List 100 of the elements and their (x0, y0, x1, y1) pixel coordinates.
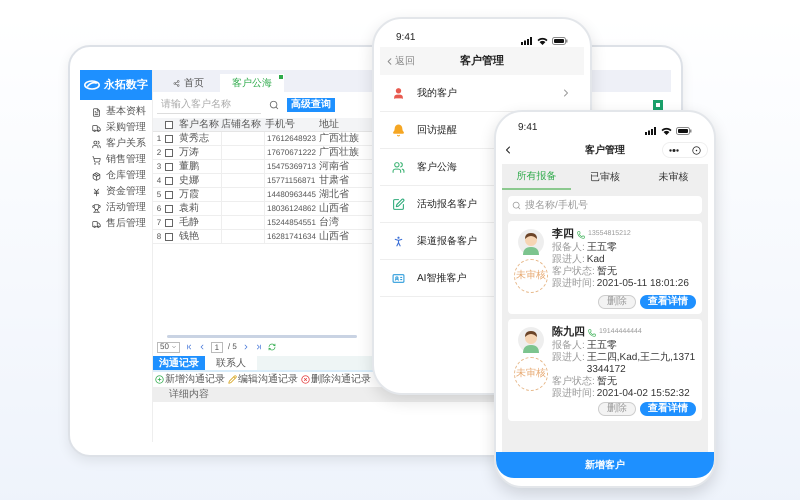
person-icon (392, 86, 405, 100)
battery-icon (676, 127, 692, 135)
checkbox[interactable] (165, 148, 173, 156)
row-number: 1 (156, 132, 162, 144)
target-icon (692, 146, 701, 154)
tab[interactable]: 未审核 (639, 164, 708, 190)
row-number: 6 (156, 202, 162, 214)
users-icon (92, 140, 101, 148)
toolbar-icon[interactable] (653, 100, 663, 110)
table-cell-text: 湖北省 (319, 188, 350, 202)
search-icon[interactable] (269, 100, 279, 110)
row-number: 4 (156, 174, 162, 186)
menu-item[interactable]: 回访提醒 (417, 122, 457, 138)
plus-icon (155, 375, 164, 384)
menu-item[interactable]: 渠道报备客户 (417, 234, 477, 248)
page-field[interactable]: 1 (210, 342, 223, 352)
page-total: / 5 (228, 341, 237, 353)
table-cell-text: 17612648923 (266, 132, 317, 144)
action-button[interactable]: 新增沟通记录 (155, 374, 225, 386)
menu-item[interactable]: 我的客户 (417, 86, 457, 100)
action-button[interactable]: 编辑沟通记录 (228, 374, 298, 386)
page-size-select[interactable]: 50 (157, 342, 180, 352)
cart-icon (92, 156, 101, 164)
column-header: 店铺名称 (221, 118, 262, 132)
detail-label: 跟进人: (552, 254, 585, 266)
trophy-icon (92, 204, 101, 212)
table-cell-text: 15475369713 (266, 160, 317, 172)
screen-title: 客户管理 (585, 143, 625, 158)
sidebar-item[interactable]: 活动管理 (80, 200, 152, 216)
edit-icon (392, 198, 405, 210)
table-cell-text: 山西省 (319, 202, 350, 216)
table-cell-text: 黄秀志 (179, 132, 210, 146)
sidebar-item[interactable]: 售后管理 (80, 216, 152, 232)
checkbox[interactable] (165, 204, 173, 212)
checkbox[interactable] (165, 134, 173, 142)
table-cell-text: 18036124862 (266, 202, 317, 214)
sidebar-item[interactable]: 销售管理 (80, 152, 152, 168)
row-number: 8 (156, 230, 162, 242)
status-time: 9:41 (396, 31, 416, 45)
table-cell-text: 16281741634 (266, 230, 317, 242)
avatar (518, 327, 544, 353)
checkbox[interactable] (165, 218, 173, 226)
customer-name: 陈九四 (552, 324, 585, 340)
table-cell-text: 万霞 (179, 188, 200, 202)
last-page-icon[interactable] (254, 343, 263, 351)
wifi-icon (661, 127, 672, 135)
tab[interactable]: 首页 (161, 74, 216, 92)
menu-item[interactable]: 活动报名客户 (417, 196, 477, 212)
tab[interactable]: 联系人 (205, 356, 257, 370)
detail-value: 王五零 (586, 242, 617, 254)
column-header: 客户名称 (179, 118, 220, 132)
truck-icon (92, 220, 101, 228)
wifi-icon (537, 37, 548, 45)
action-button[interactable]: 删除沟通记录 (301, 374, 371, 386)
table-cell-text: 钱艳 (179, 230, 200, 244)
table-cell-text: 毛静 (179, 216, 200, 230)
table-cell-text: 台湾 (319, 216, 340, 230)
avatar (518, 229, 544, 255)
logo-icon (84, 78, 100, 92)
detail-value: Kad (586, 254, 605, 266)
checkbox[interactable] (165, 232, 173, 240)
menu-item[interactable]: AI智推客户 (417, 270, 466, 286)
sidebar-item[interactable]: 客户关系 (80, 136, 152, 152)
capsule-button[interactable] (662, 142, 708, 158)
sidebar-item[interactable]: 基本资料 (80, 104, 152, 120)
detail-value: 暂无 (596, 266, 617, 278)
status-stamp: 未审核 (514, 357, 548, 391)
checkbox[interactable] (165, 120, 173, 128)
detail-label: 报备人: (552, 340, 585, 352)
tab[interactable]: 已审核 (570, 164, 640, 190)
refresh-icon[interactable] (268, 343, 276, 351)
table-cell-text: 袁莉 (179, 202, 200, 216)
detail-label: 跟进人: (552, 352, 585, 365)
status-stamp: 未审核 (514, 259, 548, 293)
search-icon (512, 200, 521, 210)
table-cell-text: 15771156871 (266, 174, 316, 186)
pencil-icon (228, 375, 237, 384)
person-icon (392, 234, 405, 248)
sidebar-item[interactable]: 资金管理 (80, 184, 152, 200)
row-number: 3 (156, 160, 162, 172)
more-icon (669, 148, 680, 152)
dropdown-icon (170, 344, 177, 350)
package-icon (92, 172, 101, 180)
status-time: 9:41 (518, 121, 538, 135)
column-header: 地址 (319, 118, 340, 132)
menu-item[interactable]: 客户公海 (417, 160, 457, 174)
yen-icon (92, 188, 101, 196)
sidebar-item[interactable]: 仓库管理 (80, 168, 152, 184)
checkbox[interactable] (165, 176, 173, 184)
detail-label: 跟进时间: (552, 388, 595, 400)
detail-label: 报备人: (552, 242, 585, 254)
checkbox[interactable] (165, 162, 173, 170)
table-cell-text: 15244854551 (266, 216, 317, 228)
sidebar-item[interactable]: 采购管理 (80, 120, 152, 136)
first-page-icon[interactable] (184, 343, 193, 351)
row-number: 2 (156, 146, 162, 158)
signal-icon (521, 37, 533, 45)
truck-icon (92, 124, 101, 132)
checkbox[interactable] (165, 190, 173, 198)
card-icon (392, 272, 405, 284)
